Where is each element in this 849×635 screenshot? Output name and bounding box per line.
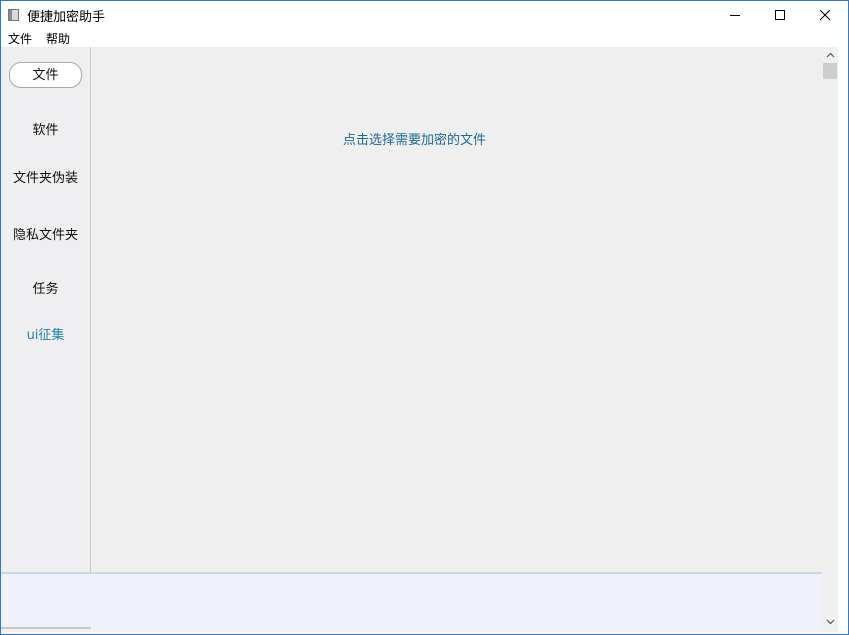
menu-file[interactable]: 文件: [8, 30, 32, 47]
main-content: 点击选择需要加密的文件: [91, 47, 822, 572]
sidebar-item-ui-collection[interactable]: ui征集: [1, 324, 90, 343]
menu-bar: 文件 帮助: [1, 28, 848, 47]
maximize-icon: [775, 9, 785, 20]
close-button[interactable]: [802, 1, 848, 28]
minimize-button[interactable]: [712, 1, 758, 28]
bottom-panel: [1, 572, 822, 632]
scroll-down-button[interactable]: [822, 614, 838, 630]
scroll-up-icon: [826, 52, 834, 58]
close-icon: [819, 9, 831, 20]
sidebar-item-folder-disguise[interactable]: 文件夹伪装: [1, 167, 90, 186]
bottom-divider: [1, 627, 91, 629]
sidebar: 文件 软件 文件夹伪装 隐私文件夹 任务 ui征集: [1, 47, 90, 572]
sidebar-item-private-folder[interactable]: 隐私文件夹: [1, 224, 90, 243]
scroll-thumb[interactable]: [823, 63, 837, 79]
vertical-scrollbar[interactable]: [822, 47, 838, 632]
title-bar[interactable]: 便捷加密助手: [1, 1, 848, 28]
app-window: 便捷加密助手 文件 帮助 文件 软件 文件夹伪装 隐私文件夹 任务 ui征集 点…: [0, 0, 849, 635]
minimize-icon: [730, 14, 740, 16]
select-file-link[interactable]: 点击选择需要加密的文件: [343, 129, 486, 148]
maximize-button[interactable]: [757, 1, 803, 28]
scroll-down-icon: [826, 619, 834, 625]
sidebar-item-task[interactable]: 任务: [1, 278, 90, 297]
sidebar-item-software[interactable]: 软件: [1, 119, 90, 138]
scroll-up-button[interactable]: [822, 47, 838, 63]
menu-help[interactable]: 帮助: [46, 30, 70, 47]
window-title: 便捷加密助手: [27, 10, 106, 25]
app-icon: [8, 9, 19, 21]
sidebar-item-file[interactable]: 文件: [9, 62, 82, 88]
